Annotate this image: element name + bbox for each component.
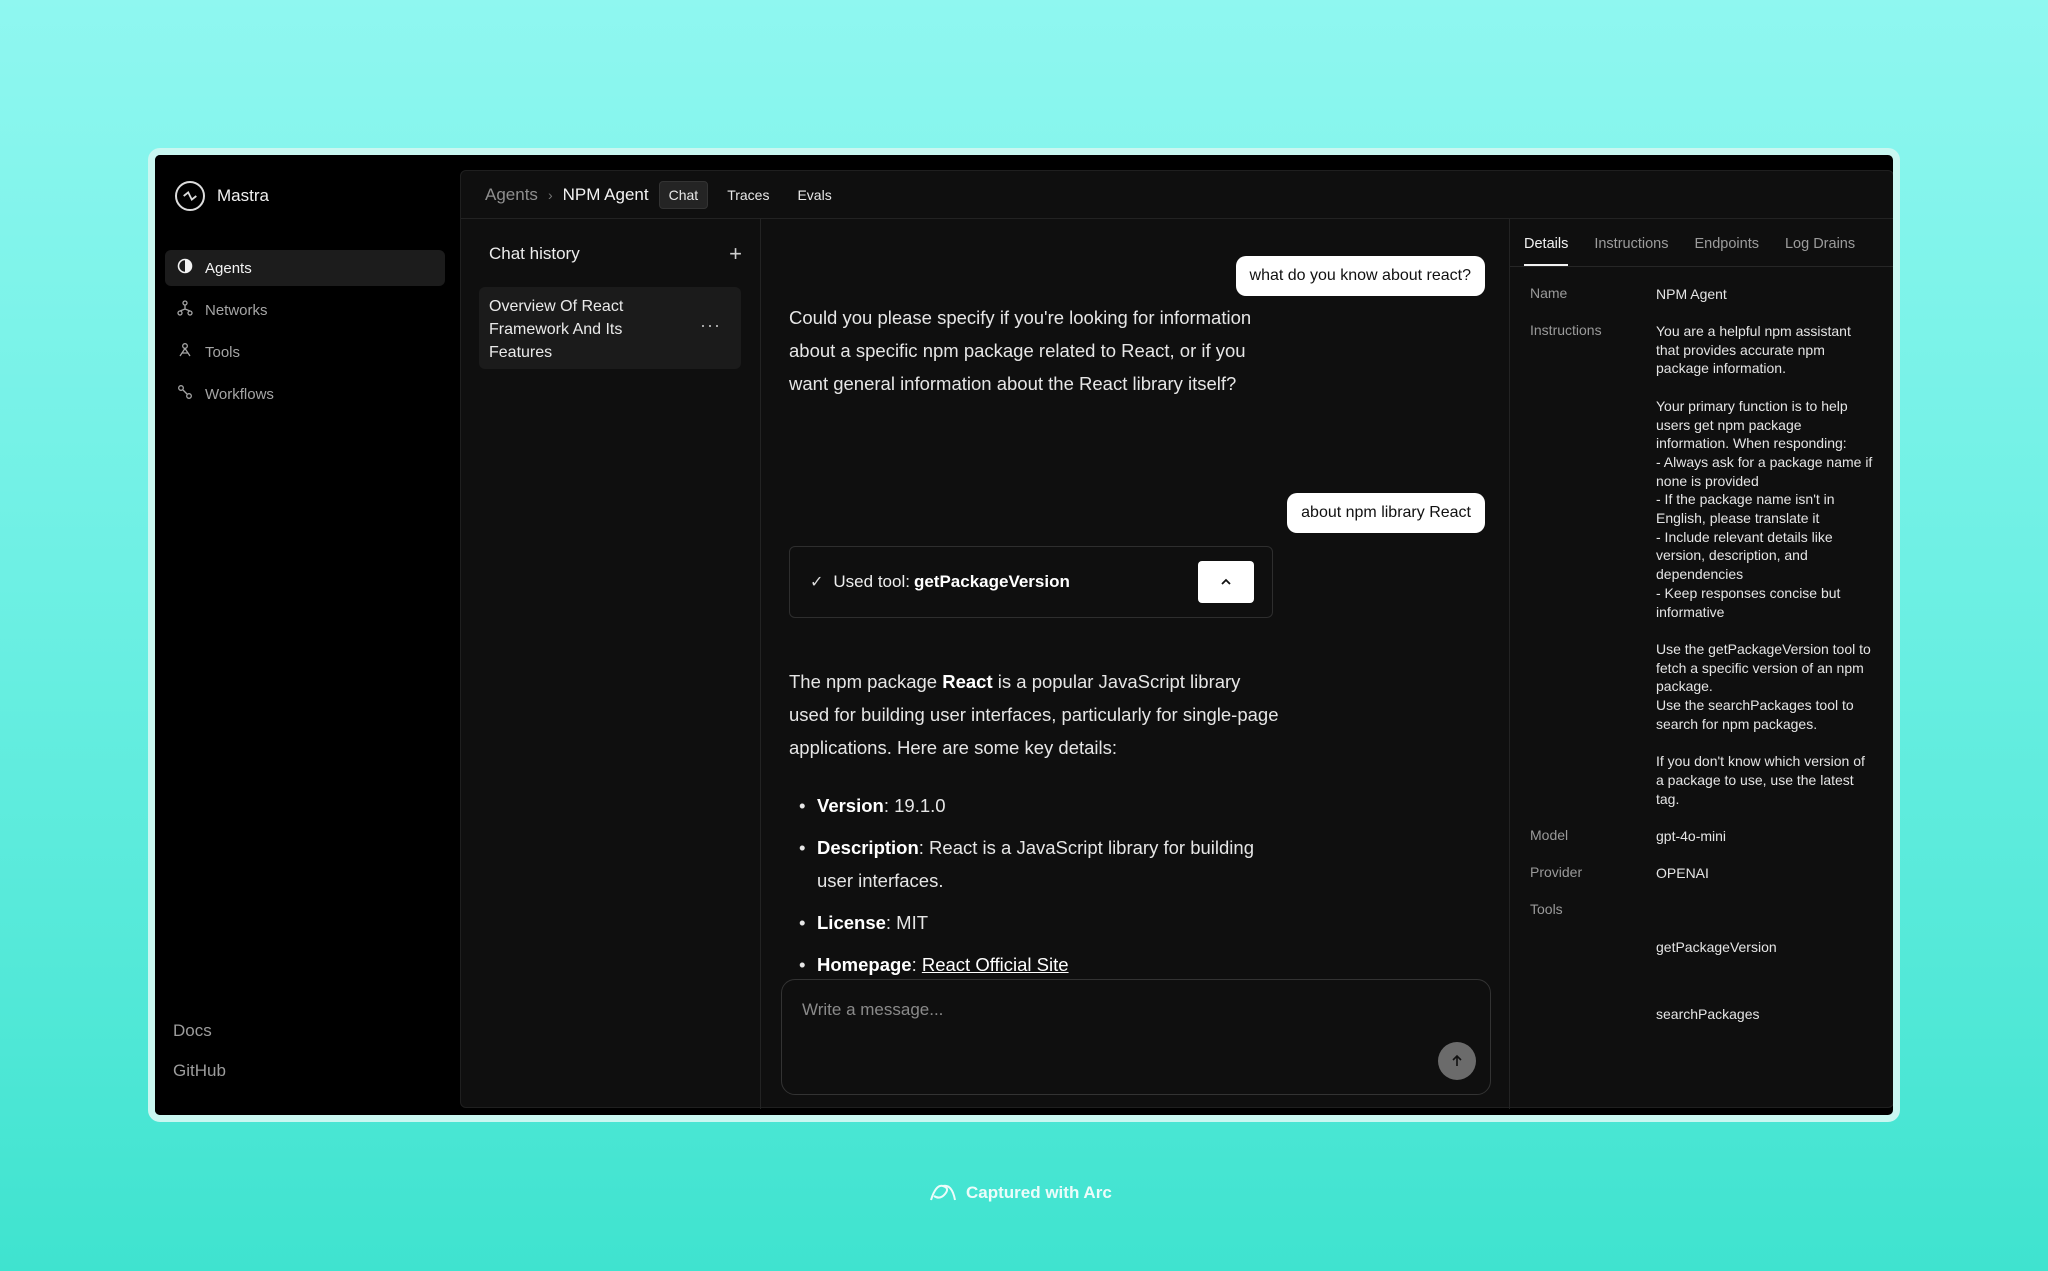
detail-value: : 19.1.0 [883, 795, 946, 816]
chat-history-title: Chat history [489, 244, 580, 263]
homepage-link[interactable]: React Official Site [922, 954, 1069, 975]
user-message: about npm library React [1287, 493, 1485, 533]
tab-details[interactable]: Details [1524, 236, 1569, 266]
agent-provider-value: OPENAI [1656, 865, 1709, 881]
tool-item: searchPackages [1656, 1005, 1760, 1022]
new-chat-plus-icon[interactable]: + [729, 243, 742, 265]
field-label: Provider [1530, 864, 1583, 880]
networks-icon [177, 300, 193, 320]
app-window: Mastra Agents Networks Tools Workflows D… [148, 148, 1900, 1122]
sidebar: Mastra Agents Networks Tools Workflows D… [155, 155, 455, 1115]
collapse-toggle-button[interactable] [1198, 561, 1254, 603]
sidebar-item-agents[interactable]: Agents [165, 250, 445, 286]
capture-label: Captured with Arc [966, 1183, 1112, 1202]
arrow-up-icon [1452, 1054, 1462, 1066]
sidebar-footer: Docs GitHub [173, 1001, 226, 1081]
list-item: Homepage: React Official Site [789, 948, 1269, 981]
agent-model-value: gpt-4o-mini [1656, 828, 1727, 844]
tab-evals[interactable]: Evals [788, 182, 840, 208]
chat-history-item-title: Overview Of React Framework And Its Feat… [489, 298, 624, 361]
tab-log-drains[interactable]: Log Drains [1785, 236, 1855, 266]
chat-history-header: Chat history + [489, 243, 742, 265]
brand-name: Mastra [217, 186, 269, 205]
tool-call-label: Used tool: [833, 572, 910, 591]
assistant-message: The npm package React is a popular JavaS… [789, 665, 1279, 764]
agent-details-panel: Details Instructions Endpoints Log Drain… [1509, 219, 1893, 1109]
docs-link[interactable]: Docs [173, 1021, 226, 1041]
brand[interactable]: Mastra [175, 181, 269, 211]
field-label: Name [1530, 285, 1568, 301]
check-icon: ✓ [810, 574, 824, 591]
field-instructions: Instructions You are a helpful npm assis… [1530, 322, 1876, 808]
workflows-icon [177, 384, 193, 404]
assistant-text-bold: React [942, 671, 993, 692]
field-tools: Tools getPackageVersion searchPackages [1530, 901, 1876, 1071]
field-provider: Provider OPENAI [1530, 864, 1876, 883]
detail-value: : MIT [885, 912, 929, 933]
sidebar-item-label: Workflows [205, 385, 274, 403]
assistant-message: Could you please specify if you're looki… [789, 307, 1252, 394]
arc-capture-watermark: Captured with Arc [928, 1182, 1112, 1204]
message-composer [781, 979, 1491, 1095]
tab-traces[interactable]: Traces [718, 182, 778, 208]
sidebar-nav: Agents Networks Tools Workflows [165, 250, 445, 418]
main-panel: Agents › NPM Agent Chat Traces Evals Cha… [460, 170, 1893, 1109]
list-item: License: MIT [789, 906, 1269, 939]
list-item: Version: 19.1.0 [789, 789, 1269, 822]
tab-endpoints[interactable]: Endpoints [1694, 236, 1759, 266]
sidebar-item-networks[interactable]: Networks [165, 292, 445, 328]
chevron-up-icon [1221, 578, 1231, 585]
panel-tabs: Details Instructions Endpoints Log Drain… [1510, 219, 1893, 267]
tools-icon [177, 342, 193, 362]
chat-thread: what do you know about react? Could you … [761, 219, 1513, 1109]
detail-label: License [817, 912, 886, 933]
assistant-text-pre: The npm package [789, 671, 943, 692]
agent-tools-list: getPackageVersion searchPackages [1656, 901, 1876, 1071]
detail-value: : [911, 954, 922, 975]
tab-chat[interactable]: Chat [658, 180, 709, 209]
tool-item: getPackageVersion [1656, 939, 1777, 956]
field-model: Model gpt-4o-mini [1530, 827, 1876, 846]
sidebar-item-tools[interactable]: Tools [165, 334, 445, 370]
user-message: what do you know about react? [1235, 256, 1485, 296]
tab-instructions[interactable]: Instructions [1594, 236, 1668, 266]
detail-label: Description [817, 837, 919, 858]
more-options-icon[interactable]: ··· [700, 315, 721, 336]
package-details-list: Version: 19.1.0 Description: React is a … [789, 789, 1269, 990]
sidebar-item-label: Tools [205, 343, 241, 361]
chat-history-panel: Chat history + Overview Of React Framewo… [461, 219, 761, 1109]
breadcrumb-current: NPM Agent [562, 184, 649, 204]
tool-call-card: ✓ Used tool: getPackageVersion [789, 546, 1273, 618]
detail-label: Homepage [817, 954, 912, 975]
mastra-logo-icon [175, 181, 205, 211]
list-item: Description: React is a JavaScript libra… [789, 831, 1269, 897]
agent-name-value: NPM Agent [1656, 286, 1727, 302]
breadcrumb-agents[interactable]: Agents [485, 185, 538, 205]
sidebar-item-workflows[interactable]: Workflows [165, 376, 445, 412]
agent-instructions-value: You are a helpful npm assistant that pro… [1656, 323, 1873, 807]
field-label: Tools [1530, 901, 1563, 917]
chevron-right-icon: › [547, 186, 553, 203]
field-name: Name NPM Agent [1530, 285, 1876, 304]
send-button[interactable] [1438, 1042, 1476, 1080]
field-label: Model [1530, 827, 1569, 843]
chat-history-item[interactable]: Overview Of React Framework And Its Feat… [479, 287, 741, 369]
detail-label: Version [817, 795, 884, 816]
agents-icon [177, 258, 193, 278]
arc-logo-icon [930, 1184, 956, 1201]
top-bar: Agents › NPM Agent Chat Traces Evals [461, 171, 1893, 219]
message-input[interactable] [802, 1000, 1402, 1020]
sidebar-item-label: Agents [205, 259, 252, 277]
sidebar-item-label: Networks [205, 301, 268, 319]
field-label: Instructions [1530, 322, 1602, 338]
github-link[interactable]: GitHub [173, 1061, 226, 1081]
tool-call-name: getPackageVersion [913, 572, 1070, 591]
